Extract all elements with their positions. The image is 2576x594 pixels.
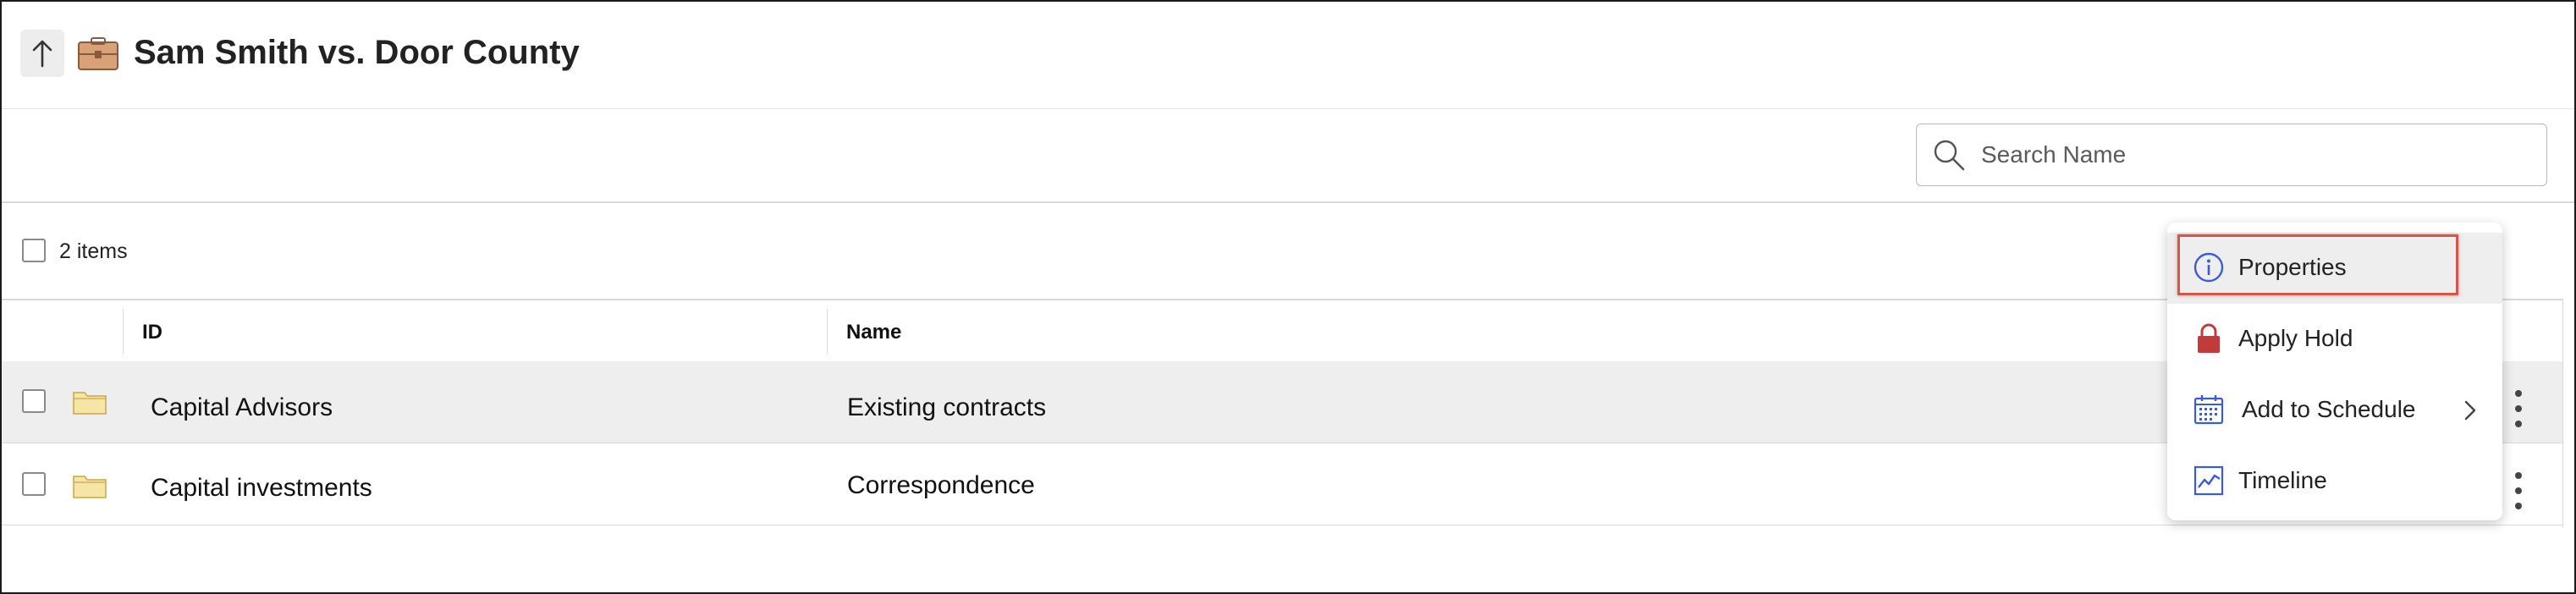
row-id: Capital investments	[151, 474, 372, 502]
more-options-icon[interactable]	[2513, 472, 2524, 509]
row-checkbox[interactable]	[22, 389, 46, 413]
menu-item-label: Timeline	[2238, 467, 2327, 493]
context-menu: Properties Apply Hold Add to Schedule Ti…	[2167, 223, 2502, 520]
more-options-icon[interactable]	[2513, 390, 2524, 427]
calendar-icon	[2193, 395, 2224, 425]
menu-item-properties[interactable]: Properties	[2167, 233, 2502, 304]
select-all-checkbox[interactable]	[22, 239, 46, 262]
search-icon	[1934, 140, 1965, 171]
row-checkbox[interactable]	[22, 472, 46, 496]
item-count: 2 items	[59, 239, 128, 263]
navigate-up-button[interactable]	[20, 30, 64, 77]
search-input[interactable]	[1979, 136, 2524, 173]
menu-item-label: Apply Hold	[2238, 325, 2353, 351]
folder-icon	[73, 392, 107, 415]
info-icon	[2193, 252, 2224, 283]
column-header-id[interactable]: ID	[142, 321, 162, 344]
column-header-name[interactable]: Name	[846, 321, 901, 344]
menu-item-apply-hold[interactable]: Apply Hold	[2167, 304, 2502, 375]
menu-item-label: Add to Schedule	[2242, 396, 2416, 422]
row-name: Correspondence	[847, 471, 1035, 499]
menu-item-add-to-schedule[interactable]: Add to Schedule	[2167, 375, 2502, 446]
column-divider[interactable]	[123, 309, 124, 355]
lock-icon	[2198, 323, 2220, 353]
chart-line-icon	[2193, 465, 2224, 496]
chevron-right-icon	[2464, 400, 2476, 421]
toolbar	[2, 108, 2574, 203]
row-id: Capital Advisors	[151, 393, 333, 421]
page-header: Sam Smith vs. Door County	[2, 2, 2574, 109]
page-title: Sam Smith vs. Door County	[134, 34, 580, 71]
column-divider[interactable]	[827, 309, 828, 355]
arrow-up-icon	[32, 40, 52, 68]
row-name: Existing contracts	[847, 393, 1047, 421]
menu-item-label: Properties	[2238, 254, 2347, 280]
menu-item-timeline[interactable]: Timeline	[2167, 446, 2502, 517]
table-edge	[2562, 299, 2563, 527]
search-field[interactable]	[1916, 124, 2547, 186]
folder-icon	[73, 476, 107, 498]
briefcase-icon	[78, 37, 118, 70]
